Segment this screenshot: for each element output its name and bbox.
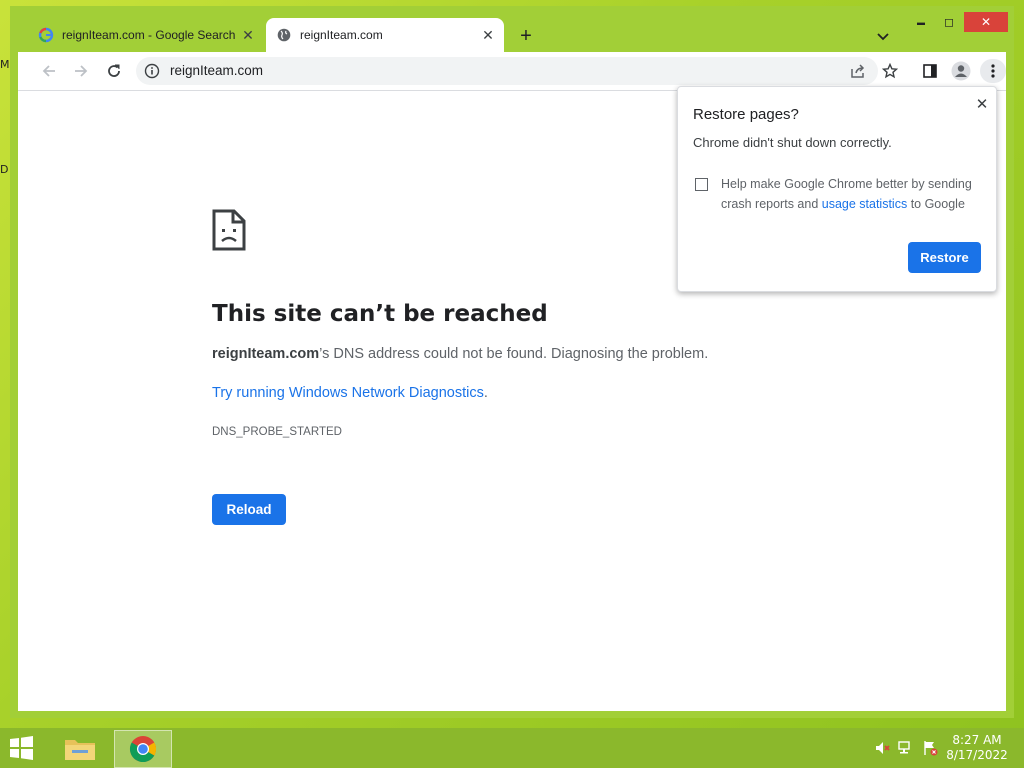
error-domain: reignIteam.com [212,346,320,362]
google-icon [38,27,54,43]
error-code: DNS_PROBE_STARTED [212,426,342,438]
tab-title: reignIteam.com - Google Search [62,28,236,42]
file-explorer-icon[interactable] [52,730,108,766]
error-description: reignIteam.com’s DNS address could not b… [212,346,708,362]
close-popup-icon[interactable]: ✕ [972,94,992,114]
back-arrow-icon[interactable] [36,59,62,83]
globe-icon [276,27,292,43]
side-panel-icon[interactable] [917,59,943,83]
reload-icon[interactable] [101,59,127,83]
popup-message: Chrome didn't shut down correctly. [693,135,892,150]
action-center-flag-icon[interactable] [922,740,938,756]
usage-statistics-link[interactable]: usage statistics [822,197,907,211]
url-text[interactable]: reignIteam.com [170,63,263,78]
share-icon[interactable] [845,59,871,83]
new-tab-button[interactable]: + [514,24,538,48]
error-title: This site can’t be reached [212,301,548,327]
close-tab-icon[interactable]: ✕ [238,25,258,45]
sad-page-icon [212,209,246,256]
link-suffix: . [483,385,488,401]
chrome-taskbar-icon[interactable] [114,730,172,768]
taskbar: 8:27 AM 8/17/2022 [0,728,1024,768]
popup-title: Restore pages? [693,106,799,123]
tab-title: reignIteam.com [300,28,383,42]
reload-button[interactable]: Reload [212,494,286,525]
error-description-text: ’s DNS address could not be found. Diagn… [319,346,709,362]
network-diagnostics-link[interactable]: Try running Windows Network Diagnostics [212,385,484,401]
crash-report-checkbox[interactable] [695,178,708,191]
close-tab-icon[interactable]: ✕ [478,25,498,45]
network-diagnostics-link-line: Try running Windows Network Diagnostics. [212,385,488,401]
bookmark-star-icon[interactable] [877,59,903,83]
tab-google-search[interactable]: reignIteam.com - Google Search ✕ [28,18,264,52]
close-window-button[interactable]: ✕ [964,12,1008,32]
restore-button[interactable]: Restore [908,242,981,273]
address-bar[interactable]: reignIteam.com [136,57,878,85]
tab-reignlteam[interactable]: reignIteam.com ✕ [266,18,504,52]
system-clock[interactable]: 8:27 AM 8/17/2022 [944,733,1010,763]
checkbox-label: Help make Google Chrome better by sendin… [721,174,981,214]
clock-date: 8/17/2022 [946,748,1008,762]
maximize-button[interactable]: ◻ [936,12,962,32]
info-icon[interactable] [144,63,160,79]
toolbar: reignIteam.com [18,52,1006,90]
checkbox-text-2: to Google [907,197,965,211]
menu-kebab-icon[interactable] [980,59,1006,83]
desktop-mark-1: M [0,58,10,71]
network-icon[interactable] [898,740,914,756]
tab-strip: reignIteam.com - Google Search ✕ reignIt… [10,6,1014,52]
tab-search-chevron-icon[interactable] [872,26,894,48]
desktop-mark-2: D [0,163,9,176]
speaker-muted-icon[interactable] [874,740,890,756]
minimize-button[interactable]: ▬ [908,12,934,32]
clock-time: 8:27 AM [952,733,1002,747]
forward-arrow-icon[interactable] [68,59,94,83]
windows-start-icon[interactable] [6,734,40,764]
profile-avatar-icon[interactable] [948,59,974,83]
restore-pages-popup: Restore pages? ✕ Chrome didn't shut down… [677,86,997,292]
